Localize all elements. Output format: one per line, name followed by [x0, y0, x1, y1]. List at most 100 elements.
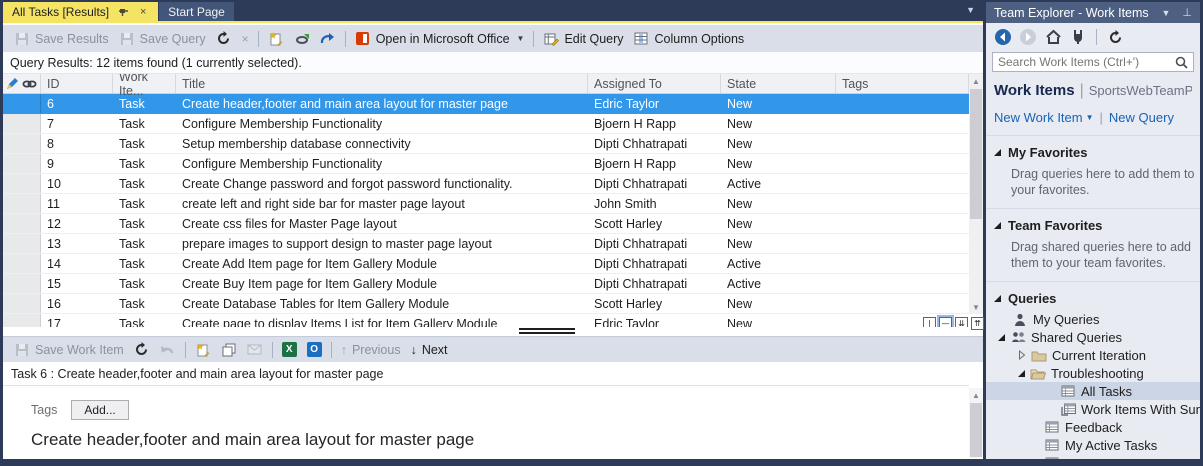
chevron-down-icon[interactable]: ▼ [1086, 113, 1094, 122]
table-row[interactable]: 14 Task Create Add Item page for Item Gall… [3, 254, 969, 274]
arrow-down-icon: ↓ [410, 342, 417, 357]
section-queries[interactable]: Queries [994, 291, 1192, 306]
open-in-office-button[interactable]: Open in Microsoft Office ▼ [350, 28, 530, 50]
tab-all-tasks-results[interactable]: All Tasks [Results] × [3, 2, 159, 21]
tree-item-current-iteration[interactable]: Current Iteration [986, 346, 1200, 364]
expander-open-icon[interactable] [1018, 369, 1025, 377]
tree-item-my-bugs[interactable]: My Bugs [986, 454, 1200, 459]
new-work-item-link[interactable]: New Work Item [994, 110, 1083, 125]
refresh-button[interactable] [211, 28, 237, 50]
tree-item-shared-queries[interactable]: Shared Queries [986, 328, 1200, 346]
cell-state: New [727, 216, 753, 231]
cell-title: Create Add Item page for Item Gallery Mo… [182, 256, 437, 271]
refresh-icon[interactable] [1106, 28, 1124, 46]
excel-icon: X [281, 342, 297, 357]
save-results-button[interactable]: Save Results [9, 28, 114, 50]
table-row[interactable]: 6 Task Create header,footer and main area … [3, 94, 969, 114]
save-query-button[interactable]: Save Query [114, 28, 211, 50]
table-row[interactable]: 10 Task Create Change password and forgot … [3, 174, 969, 194]
close-icon[interactable]: × [137, 6, 149, 18]
home-icon[interactable] [1044, 28, 1062, 46]
expander-open-icon[interactable] [994, 149, 1001, 156]
expander-open-icon[interactable] [994, 222, 1001, 229]
column-header-work-item-type[interactable]: Work Ite... [113, 74, 176, 98]
save-work-item-button[interactable]: Save Work Item [9, 339, 129, 361]
expander-open-icon[interactable] [998, 333, 1005, 341]
table-row[interactable]: 8 Task Setup membership database connectiv… [3, 134, 969, 154]
new-query-link[interactable]: New Query [1109, 110, 1174, 125]
email-work-item-button[interactable] [242, 339, 268, 361]
cell-assigned-to: Dipti Chhatrapati [594, 176, 688, 191]
form-scrollbar[interactable]: ▲ [969, 388, 983, 458]
column-header-tags[interactable]: Tags [836, 74, 969, 93]
edit-query-button[interactable]: Edit Query [538, 28, 628, 50]
expander-open-icon[interactable] [994, 295, 1001, 302]
section-team-favorites[interactable]: Team Favorites [994, 218, 1192, 233]
row-gutter [3, 214, 41, 233]
tab-start-page[interactable]: Start Page [159, 2, 234, 21]
refresh-work-item-button[interactable] [129, 339, 155, 361]
table-row[interactable]: 7 Task Configure Membership Functionality B… [3, 114, 969, 134]
open-in-excel-button[interactable]: X [277, 339, 302, 361]
tree-item-my-active-tasks[interactable]: My Active Tasks [986, 436, 1200, 454]
pin-icon[interactable]: ⊥ [1182, 6, 1192, 19]
table-row[interactable]: 9 Task Configure Membership Functionality B… [3, 154, 969, 174]
forward-icon[interactable] [1019, 28, 1037, 46]
cell-tags [836, 134, 969, 153]
back-icon[interactable] [994, 28, 1012, 46]
results-form-splitter[interactable] [3, 327, 969, 336]
cell-assigned-to: Dipti Chhatrapati [594, 236, 688, 251]
table-row[interactable]: 16 Task Create Database Tables for Item Ga… [3, 294, 969, 314]
toolbar-separator [533, 30, 535, 47]
cancel-query-button[interactable]: × [237, 28, 254, 50]
search-input[interactable] [998, 55, 1175, 69]
table-row[interactable]: 15 Task Create Buy Item page for Item Gall… [3, 274, 969, 294]
previous-work-item-button[interactable]: ↑ Previous [336, 339, 406, 361]
tree-item-work-items-with-sum[interactable]: Work Items With Sum [986, 400, 1200, 418]
column-header-id[interactable]: ID [41, 74, 113, 93]
open-work-item-button[interactable] [315, 28, 341, 50]
grid-header-row: ID Work Ite... Title Assigned To State T… [3, 74, 969, 98]
new-linked-work-item-button[interactable] [190, 339, 216, 361]
table-row[interactable]: 17 Task Create page to display Items List … [3, 314, 969, 327]
results-scrollbar[interactable]: ▲ ▼ [969, 74, 983, 314]
tree-item-my-queries[interactable]: My Queries [986, 310, 1200, 328]
scrollbar-thumb[interactable] [970, 89, 982, 219]
panel-menu-icon[interactable]: ▼ [1161, 8, 1170, 18]
column-header-assigned-to[interactable]: Assigned To [588, 74, 721, 93]
new-linked-work-item-button[interactable] [263, 28, 289, 50]
cell-assigned-to: Scott Harley [594, 216, 663, 231]
column-header-state[interactable]: State [721, 74, 836, 93]
tree-item-feedback[interactable]: Feedback [986, 418, 1200, 436]
splitter-grip[interactable] [519, 328, 575, 335]
tab-overflow-icon[interactable]: ▼ [966, 5, 975, 15]
open-in-office-o-button[interactable]: O [302, 339, 327, 361]
tree-item-troubleshooting[interactable]: Troubleshooting [986, 364, 1200, 382]
scrollbar-thumb[interactable] [970, 403, 982, 457]
cell-id: 13 [47, 236, 61, 251]
add-tag-button[interactable]: Add... [71, 400, 129, 420]
table-row[interactable]: 11 Task create left and right side bar for… [3, 194, 969, 214]
table-row[interactable]: 12 Task Create css files for Master Page l… [3, 214, 969, 234]
row-gutter [3, 174, 41, 193]
layout-maximize-form-button[interactable]: ⇈ [971, 317, 984, 330]
connect-plug-icon[interactable] [1069, 28, 1087, 46]
edit-query-icon [543, 31, 559, 47]
scroll-up-icon[interactable]: ▲ [969, 388, 983, 402]
revert-button[interactable] [155, 339, 181, 361]
scroll-down-icon[interactable]: ▼ [969, 300, 983, 314]
column-header-title[interactable]: Title [176, 74, 588, 93]
scroll-up-icon[interactable]: ▲ [969, 74, 983, 88]
expander-closed-icon[interactable] [1018, 348, 1026, 363]
next-work-item-button[interactable]: ↓ Next [406, 339, 453, 361]
column-options-button[interactable]: Column Options [629, 28, 750, 50]
table-row[interactable]: 13 Task prepare images to support design t… [3, 234, 969, 254]
section-my-favorites[interactable]: My Favorites [994, 145, 1192, 160]
pin-icon[interactable] [117, 6, 129, 18]
cell-id: 7 [47, 116, 54, 131]
search-icon[interactable] [1175, 56, 1188, 69]
work-item-search[interactable] [992, 52, 1194, 72]
copy-work-item-button[interactable] [216, 339, 242, 361]
tree-item-all-tasks[interactable]: All Tasks [986, 382, 1200, 400]
link-to-work-item-button[interactable] [289, 28, 315, 50]
